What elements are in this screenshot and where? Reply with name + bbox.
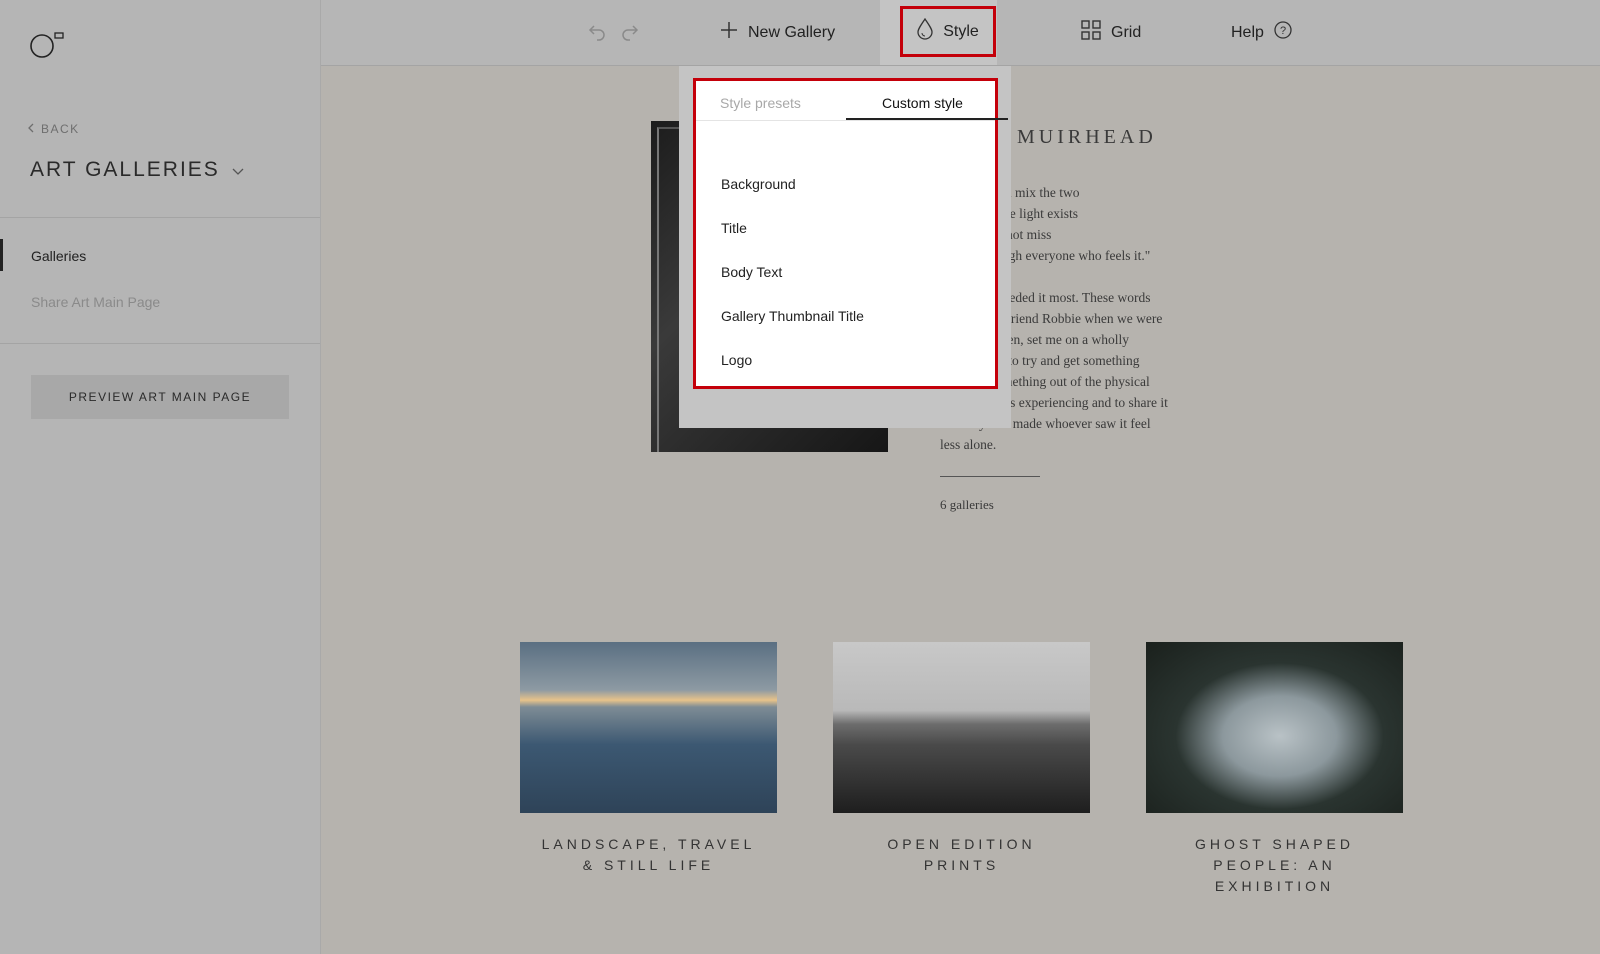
style-item-title[interactable]: Title	[721, 220, 747, 236]
sidebar: BACK ART GALLERIES Galleries Share Art M…	[0, 0, 321, 954]
author-title: MUIRHEAD	[1017, 126, 1157, 148]
tab-divider	[696, 120, 995, 121]
style-panel: Style presets Custom style Background Ti…	[693, 78, 1008, 389]
preview-main-page-button[interactable]: PREVIEW ART MAIN PAGE	[31, 375, 289, 419]
active-indicator	[0, 239, 3, 271]
back-link[interactable]: BACK	[27, 122, 80, 136]
tab-custom-style[interactable]: Custom style	[882, 95, 963, 111]
gallery-count: 6 galleries	[940, 497, 994, 512]
sidebar-item-share[interactable]: Share Art Main Page	[31, 294, 160, 310]
site-switcher[interactable]: ART GALLERIES	[30, 158, 244, 182]
gallery-thumbnail-title[interactable]: LANDSCAPE, TRAVEL & STILL LIFE	[520, 834, 777, 876]
style-item-logo[interactable]: Logo	[721, 352, 752, 368]
chevron-down-icon	[232, 158, 244, 182]
site-title: ART GALLERIES	[30, 158, 220, 181]
help-label: Help	[1231, 23, 1264, 41]
question-circle-icon: ?	[1274, 21, 1292, 44]
redo-icon[interactable]	[618, 20, 642, 44]
drop-icon	[917, 17, 933, 45]
grid-label: Grid	[1111, 23, 1142, 41]
gallery-thumbnail-title[interactable]: GHOST SHAPED PEOPLE: AN EXHIBITION	[1146, 834, 1403, 897]
sidebar-divider	[0, 217, 320, 218]
gallery-thumbnail-title[interactable]: OPEN EDITION PRINTS	[833, 834, 1090, 876]
grid-button[interactable]: Grid	[1081, 0, 1141, 65]
style-item-body-text[interactable]: Body Text	[721, 264, 782, 280]
sidebar-item-galleries[interactable]: Galleries	[31, 248, 86, 264]
gallery-thumbnail[interactable]	[520, 642, 777, 813]
active-tab-underline	[846, 118, 1008, 120]
gallery-thumbnail[interactable]	[1146, 642, 1403, 813]
style-label: Style	[943, 22, 979, 40]
back-label: BACK	[41, 122, 80, 136]
app-logo-icon[interactable]	[30, 30, 64, 60]
style-item-background[interactable]: Background	[721, 176, 796, 192]
undo-icon[interactable]	[585, 20, 609, 44]
gallery-thumbnail[interactable]	[833, 642, 1090, 813]
style-item-gallery-thumbnail-title[interactable]: Gallery Thumbnail Title	[721, 308, 864, 324]
plus-icon	[720, 21, 738, 44]
chevron-left-icon	[27, 122, 35, 136]
new-gallery-button[interactable]: New Gallery	[720, 0, 835, 65]
style-button[interactable]: Style	[900, 6, 996, 57]
divider-rule	[940, 476, 1040, 477]
help-button[interactable]: Help ?	[1231, 0, 1292, 65]
tab-style-presets[interactable]: Style presets	[720, 95, 801, 111]
grid-icon	[1081, 20, 1101, 45]
svg-text:?: ?	[1280, 25, 1286, 37]
sidebar-divider	[0, 343, 320, 344]
new-gallery-label: New Gallery	[748, 23, 836, 41]
